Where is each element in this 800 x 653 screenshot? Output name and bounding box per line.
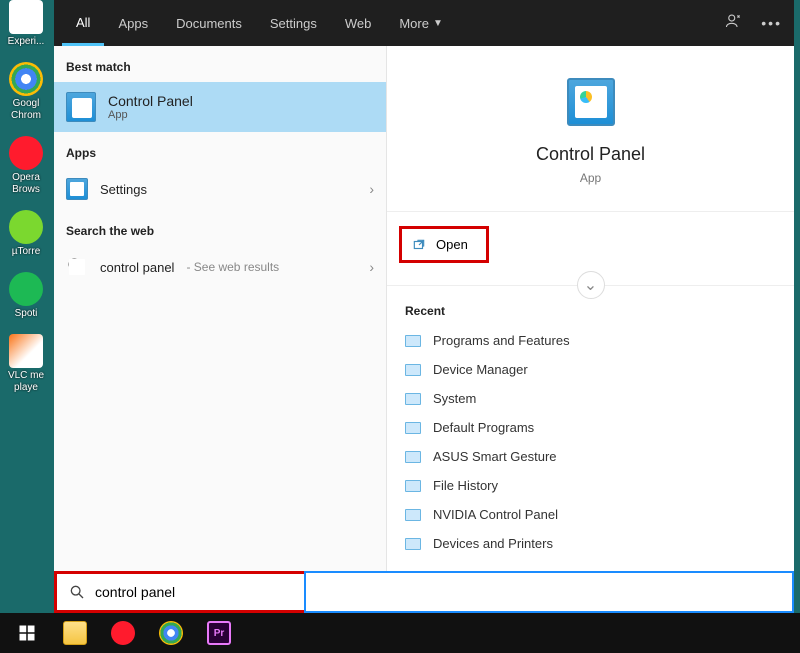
search-icon: [69, 584, 85, 600]
expand-chevron[interactable]: ⌄: [577, 271, 605, 299]
chevron-down-icon: ▼: [433, 18, 443, 29]
open-button[interactable]: Open: [399, 226, 489, 263]
search-flyout: All Apps Documents Settings Web More ▼ •…: [54, 0, 794, 613]
chevron-down-icon: ⌄: [584, 275, 597, 295]
desktop: Experi... Googl Chrom Opera Brows µTorre…: [0, 0, 54, 613]
recent-item[interactable]: Device Manager: [399, 355, 782, 384]
desktop-shortcut[interactable]: µTorre: [2, 210, 50, 258]
recent-item[interactable]: NVIDIA Control Panel: [399, 500, 782, 529]
start-button[interactable]: [4, 613, 50, 653]
recent-item[interactable]: System: [399, 384, 782, 413]
results-column: Best match Control Panel App Apps Settin…: [54, 46, 386, 613]
chevron-right-icon: ›: [369, 181, 374, 197]
result-web-search[interactable]: control panel - See web results ›: [54, 246, 386, 288]
result-label: Settings: [100, 182, 147, 197]
web-hint: - See web results: [186, 260, 279, 274]
recent-item[interactable]: File History: [399, 471, 782, 500]
recent-item[interactable]: Default Programs: [399, 413, 782, 442]
panel-item-icon: [405, 451, 421, 463]
taskbar-chrome[interactable]: [148, 613, 194, 653]
result-subtitle: App: [108, 109, 193, 121]
taskbar-explorer[interactable]: [52, 613, 98, 653]
control-panel-icon: [567, 78, 615, 126]
result-settings[interactable]: Settings ›: [54, 168, 386, 210]
windows-icon: [18, 624, 36, 642]
desktop-shortcut[interactable]: Experi...: [2, 0, 50, 48]
taskbar-opera[interactable]: [100, 613, 146, 653]
chevron-right-icon: ›: [369, 259, 374, 275]
result-title: Control Panel: [108, 93, 193, 109]
preview-subtitle: App: [399, 171, 782, 185]
desktop-shortcut[interactable]: Googl Chrom: [2, 62, 50, 122]
recent-item[interactable]: ASUS Smart Gesture: [399, 442, 782, 471]
taskbar: Pr: [0, 613, 800, 653]
search-web-header: Search the web: [54, 210, 386, 246]
open-label: Open: [436, 237, 468, 252]
panel-item-icon: [405, 335, 421, 347]
web-query-text: control panel: [100, 260, 174, 275]
preview-hero: Control Panel App: [387, 46, 794, 212]
ellipsis-icon[interactable]: •••: [761, 15, 782, 31]
panel-item-icon: [405, 364, 421, 376]
panel-item-icon: [405, 480, 421, 492]
apps-header: Apps: [54, 132, 386, 168]
tab-documents[interactable]: Documents: [162, 2, 256, 44]
search-box[interactable]: [54, 571, 304, 613]
search-icon: [66, 256, 88, 278]
tab-settings[interactable]: Settings: [256, 2, 331, 44]
taskbar-premiere[interactable]: Pr: [196, 613, 242, 653]
search-input[interactable]: [95, 584, 304, 600]
control-panel-icon: [66, 92, 96, 122]
search-scope-tabs: All Apps Documents Settings Web More ▼ •…: [54, 0, 794, 46]
panel-item-icon: [405, 422, 421, 434]
tab-web[interactable]: Web: [331, 2, 386, 44]
panel-item-icon: [405, 509, 421, 521]
recent-list: Programs and Features Device Manager Sys…: [387, 326, 794, 558]
settings-icon: [66, 178, 88, 200]
recent-item[interactable]: Devices and Printers: [399, 529, 782, 558]
preview-column: Control Panel App Open ⌄ Recent Programs…: [386, 46, 794, 613]
best-match-header: Best match: [54, 46, 386, 82]
tab-all[interactable]: All: [62, 1, 104, 46]
desktop-shortcut[interactable]: Spoti: [2, 272, 50, 320]
desktop-shortcut[interactable]: VLC me playe: [2, 334, 50, 394]
feedback-icon[interactable]: [725, 12, 743, 35]
recent-item[interactable]: Programs and Features: [399, 326, 782, 355]
preview-actions: Open ⌄: [387, 212, 794, 286]
panel-item-icon: [405, 538, 421, 550]
panel-item-icon: [405, 393, 421, 405]
preview-title: Control Panel: [399, 144, 782, 165]
search-box-extension[interactable]: [304, 571, 794, 613]
tab-more[interactable]: More ▼: [385, 2, 457, 44]
tab-apps[interactable]: Apps: [104, 2, 162, 44]
desktop-shortcut[interactable]: Opera Brows: [2, 136, 50, 196]
result-best-match[interactable]: Control Panel App: [54, 82, 386, 132]
